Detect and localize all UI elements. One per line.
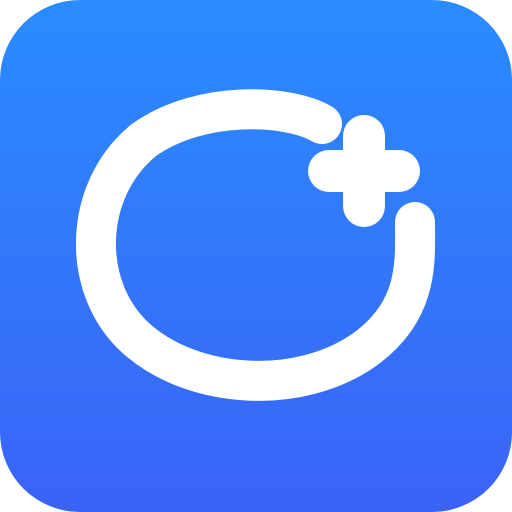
- app-icon[interactable]: [0, 0, 512, 512]
- icon-canvas: [0, 0, 512, 512]
